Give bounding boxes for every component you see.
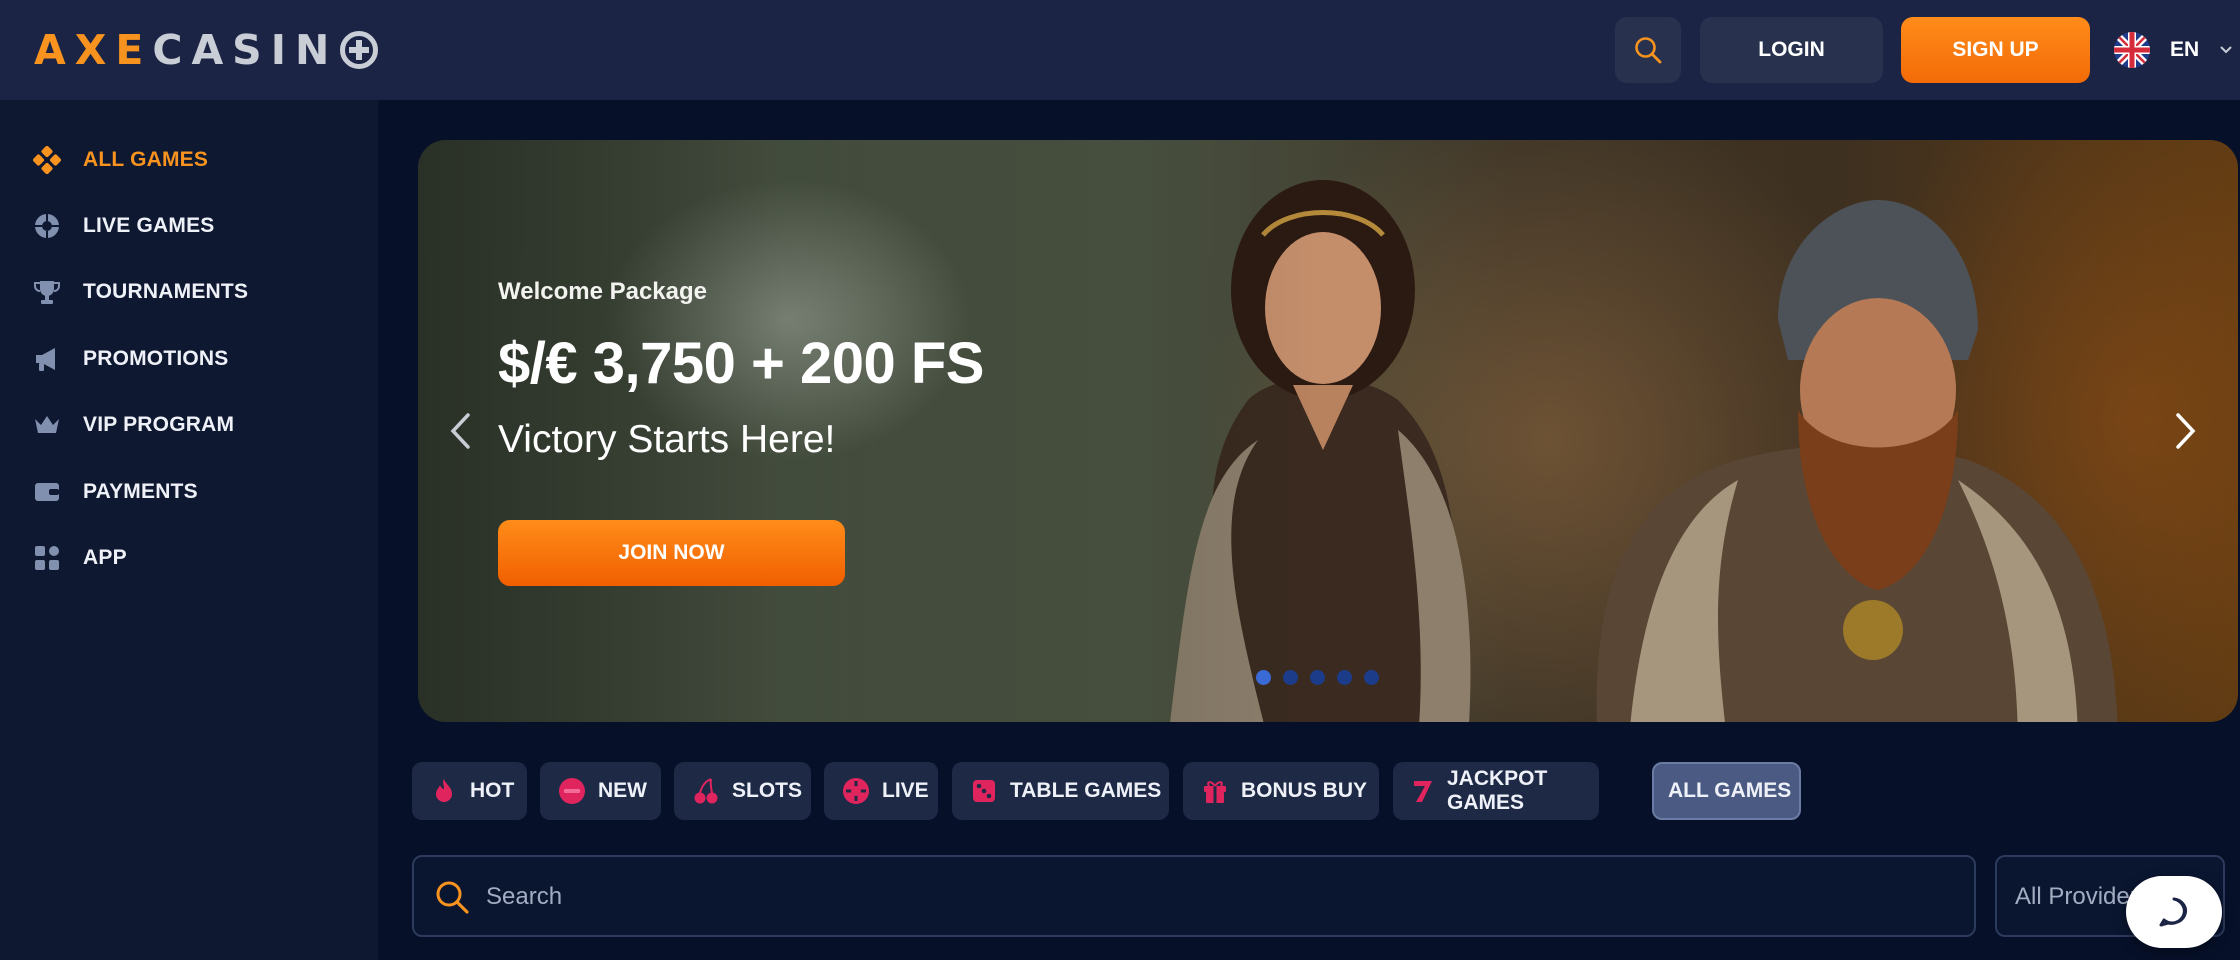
chevron-left-icon	[450, 413, 470, 449]
tab-table-games[interactable]: TABLE GAMES	[952, 762, 1169, 820]
tab-jackpot-games[interactable]: JACKPOT GAMES	[1393, 762, 1599, 820]
wallet-icon	[32, 477, 62, 507]
live-chat-button[interactable]	[2126, 876, 2222, 948]
tab-bonus-buy[interactable]: BONUS BUY	[1183, 762, 1379, 820]
sidebar: ALL GAMES LIVE GAMES TOURNAMENTS PROMOTI…	[0, 100, 378, 960]
pagination-dot[interactable]	[1310, 670, 1325, 685]
sidebar-item-live-games[interactable]: LIVE GAMES	[32, 204, 362, 248]
top-header: AXE CASIN LOGIN SIGN UP EN	[0, 0, 2240, 100]
sidebar-item-label: LIVE GAMES	[83, 214, 215, 237]
sidebar-item-label: APP	[83, 546, 127, 569]
banner-warrior-figure	[1596, 200, 2118, 722]
language-code: EN	[2170, 38, 2200, 61]
game-search-box	[412, 855, 1976, 937]
login-button[interactable]: LOGIN	[1700, 17, 1883, 83]
pagination-dot[interactable]	[1283, 670, 1298, 685]
banner-prev-button[interactable]	[440, 406, 480, 456]
sidebar-item-all-games[interactable]: ALL GAMES	[32, 138, 362, 182]
sidebar-item-app[interactable]: APP	[32, 536, 362, 580]
roulette-icon	[32, 211, 62, 241]
signup-button[interactable]: SIGN UP	[1901, 17, 2090, 83]
logo-axe-text: AXE	[34, 26, 153, 74]
banner-next-button[interactable]	[2166, 406, 2206, 456]
megaphone-icon	[32, 344, 62, 374]
pagination-dot[interactable]	[1256, 670, 1271, 685]
header-search-button[interactable]	[1615, 17, 1681, 83]
search-input[interactable]	[486, 873, 1946, 921]
sidebar-item-label: TOURNAMENTS	[83, 280, 249, 303]
chevron-down-icon	[2220, 46, 2232, 54]
fire-icon	[430, 777, 458, 805]
sidebar-item-promotions[interactable]: PROMOTIONS	[32, 337, 362, 381]
join-now-button[interactable]: JOIN NOW	[498, 520, 845, 586]
sidebar-item-tournaments[interactable]: TOURNAMENTS	[32, 270, 362, 314]
promo-amount: $/€ 3,750 + 200 FS	[498, 331, 984, 396]
logo-casino-text: CASIN	[152, 26, 339, 74]
tab-label: NEW	[598, 779, 647, 802]
pagination-dot[interactable]	[1337, 670, 1352, 685]
tab-label: ALL GAMES	[1668, 779, 1792, 802]
search-icon	[436, 881, 469, 914]
pagination-dot[interactable]	[1364, 670, 1379, 685]
search-icon	[1635, 37, 1662, 64]
promo-kicker: Welcome Package	[498, 278, 708, 305]
tab-slots[interactable]: SLOTS	[674, 762, 811, 820]
tab-live[interactable]: LIVE	[824, 762, 938, 820]
cherry-icon	[692, 777, 720, 805]
crown-icon	[32, 410, 62, 440]
sidebar-item-payments[interactable]: PAYMENTS	[32, 470, 362, 514]
gift-icon	[1201, 777, 1229, 805]
trophy-icon	[32, 277, 62, 307]
tab-label: HOT	[470, 779, 515, 802]
tab-label: SLOTS	[732, 779, 803, 802]
tab-hot[interactable]: HOT	[412, 762, 527, 820]
tab-new[interactable]: NEW	[540, 762, 661, 820]
new-badge-icon	[558, 777, 586, 805]
sidebar-item-label: PROMOTIONS	[83, 347, 229, 370]
chat-bubble-icon	[2159, 897, 2187, 927]
tab-all-games[interactable]: ALL GAMES	[1652, 762, 1801, 820]
sidebar-item-label: VIP PROGRAM	[83, 413, 235, 436]
dice-icon	[970, 777, 998, 805]
live-chip-icon	[842, 777, 870, 805]
tab-label: TABLE GAMES	[1010, 779, 1162, 802]
site-logo[interactable]: AXE CASIN	[34, 26, 379, 74]
promo-banner[interactable]: Welcome Package $/€ 3,750 + 200 FS Victo…	[418, 140, 2238, 722]
dice-icon	[32, 145, 62, 175]
seven-icon	[1411, 777, 1435, 805]
language-selector[interactable]: EN	[2114, 26, 2234, 74]
uk-flag-icon	[2114, 32, 2150, 68]
sidebar-item-label: ALL GAMES	[83, 148, 209, 171]
apps-icon	[32, 543, 62, 573]
tab-label: JACKPOT GAMES	[1447, 767, 1548, 814]
sidebar-item-vip-program[interactable]: VIP PROGRAM	[32, 403, 362, 447]
tab-label: BONUS BUY	[1241, 779, 1368, 802]
sidebar-item-label: PAYMENTS	[83, 480, 198, 503]
banner-pagination	[1256, 670, 1379, 685]
logo-cross-icon	[340, 31, 379, 69]
chevron-right-icon	[2176, 413, 2196, 449]
tab-label: LIVE	[882, 779, 929, 802]
promo-tagline: Victory Starts Here!	[498, 418, 836, 461]
